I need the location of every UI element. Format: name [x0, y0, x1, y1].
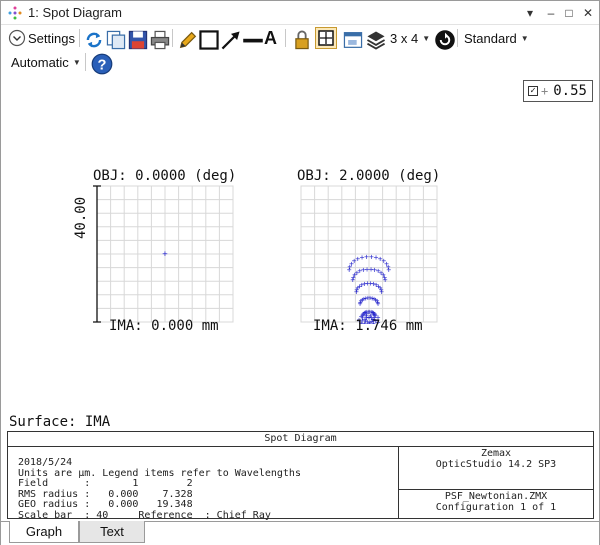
- save-icon[interactable]: [127, 29, 149, 51]
- automatic-label: Automatic: [11, 54, 69, 70]
- copy-icon[interactable]: [105, 29, 127, 51]
- info-vendor: Zemax OpticStudio 14.2 SP3: [399, 448, 593, 470]
- text-icon[interactable]: A: [264, 27, 277, 49]
- crosshair-icon: [318, 30, 334, 46]
- surface-label: Surface: IMA: [9, 414, 111, 430]
- app-logo-icon: [8, 6, 22, 20]
- line-icon[interactable]: [242, 29, 264, 51]
- spot-plot-2: ++++++++++++++++++++++++++++++++++++++++…: [300, 185, 438, 324]
- toolbar-divider: [285, 29, 286, 47]
- plot-2-ima-label: IMA: 1.746 mm: [313, 318, 423, 334]
- window-menu-button[interactable]: ▾: [521, 4, 539, 22]
- maximize-button[interactable]: □: [560, 4, 578, 22]
- crosshair-button[interactable]: [315, 27, 337, 49]
- print-icon[interactable]: [149, 29, 171, 51]
- legend-marker: +: [541, 84, 549, 98]
- lock-icon[interactable]: [291, 29, 313, 51]
- spot-plot-1: +: [93, 185, 234, 323]
- tab-text[interactable]: Text: [79, 521, 145, 543]
- plot-1-obj-label: OBJ: 0.0000 (deg): [93, 168, 237, 184]
- spot-point: +: [360, 253, 365, 262]
- info-product: OpticStudio 14.2 SP3: [435, 459, 557, 470]
- toolbar-divider: [457, 29, 458, 47]
- caret-down-icon: ▼: [520, 33, 529, 43]
- refresh-icon[interactable]: [83, 29, 105, 51]
- spot-diagram-window: 1: Spot Diagram ▾ – □ ✕ Settings A 3 x 4…: [0, 0, 600, 545]
- window-title: 1: Spot Diagram: [28, 5, 122, 20]
- wavelength-legend[interactable]: ✓ + 0.55: [523, 80, 593, 102]
- automatic-dropdown[interactable]: Automatic ▼: [11, 51, 81, 73]
- chevron-down-circle-icon: [8, 29, 26, 47]
- info-header: Spot Diagram: [8, 432, 593, 447]
- info-scale: Scale bar : 40 Reference : Chief Ray: [18, 509, 271, 521]
- toolbar-divider: [172, 29, 173, 47]
- info-date: 2018/5/24: [18, 457, 73, 468]
- tab-bar: Graph Text: [1, 521, 599, 545]
- info-details: 2018/5/24 Units are µm. Legend items refe…: [18, 457, 301, 521]
- pencil-icon[interactable]: [177, 29, 199, 51]
- settings-button[interactable]: Settings: [8, 27, 75, 49]
- caret-down-icon: ▼: [422, 33, 431, 43]
- info-company: Zemax: [480, 448, 512, 459]
- info-field: Field : 1 2: [18, 478, 193, 489]
- layers-icon[interactable]: [365, 29, 387, 51]
- spot-point: +: [358, 300, 363, 309]
- spot-diagrams: + ++++++++++++++++++++++++++++++++++++++…: [93, 185, 438, 324]
- spot-point: +: [374, 253, 379, 262]
- spot-point: +: [354, 288, 359, 297]
- plot-1-ima-label: IMA: 0.000 mm: [109, 318, 219, 334]
- spot-point: +: [378, 255, 383, 264]
- plot-area: ✓ + 0.55 OBJ: 0.0000 (deg) OBJ: 2.0000 (…: [1, 76, 599, 431]
- legend-wavelength: 0.55: [553, 83, 587, 99]
- caret-down-icon: ▼: [72, 57, 81, 67]
- svg-text:?: ?: [98, 58, 107, 74]
- info-panel: Spot Diagram 2018/5/24 Units are µm. Lege…: [7, 431, 594, 521]
- help-icon[interactable]: ?: [91, 53, 113, 75]
- info-geo: GEO radius : 0.000 19.348: [18, 499, 193, 510]
- spot-point: +: [364, 252, 369, 261]
- minimize-button[interactable]: –: [542, 4, 560, 22]
- spot-point: +: [162, 250, 168, 260]
- rectangle-icon[interactable]: [198, 29, 220, 51]
- plot-2-obj-label: OBJ: 2.0000 (deg): [297, 168, 441, 184]
- info-file: PSF_Newtonian.ZMX: [444, 491, 548, 502]
- arrow-icon[interactable]: [220, 29, 242, 51]
- rotate-icon[interactable]: [434, 29, 456, 51]
- legend-checkbox[interactable]: ✓: [528, 86, 538, 96]
- toolbar-divider: [79, 29, 80, 47]
- standard-dropdown[interactable]: Standard ▼: [464, 27, 529, 49]
- info-config: Configuration 1 of 1: [435, 501, 557, 513]
- standard-label: Standard: [464, 30, 517, 46]
- info-file-block: PSF_Newtonian.ZMX Configuration 1 of 1: [399, 491, 593, 513]
- info-divider: [398, 489, 593, 490]
- toolbar: Settings A 3 x 4 ▼ Standard ▼ Automatic …: [1, 25, 599, 75]
- toolbar-divider: [85, 53, 86, 71]
- title-bar: 1: Spot Diagram ▾ – □ ✕: [1, 1, 599, 25]
- window-icon[interactable]: [342, 29, 364, 51]
- spot-point: +: [369, 252, 374, 261]
- layout-label: 3 x 4: [390, 30, 419, 46]
- settings-label: Settings: [28, 30, 75, 46]
- scale-bar-label: 40.00: [73, 196, 89, 239]
- close-button[interactable]: ✕: [579, 4, 597, 22]
- tab-graph[interactable]: Graph: [9, 521, 79, 543]
- layout-dropdown[interactable]: 3 x 4 ▼: [390, 27, 430, 49]
